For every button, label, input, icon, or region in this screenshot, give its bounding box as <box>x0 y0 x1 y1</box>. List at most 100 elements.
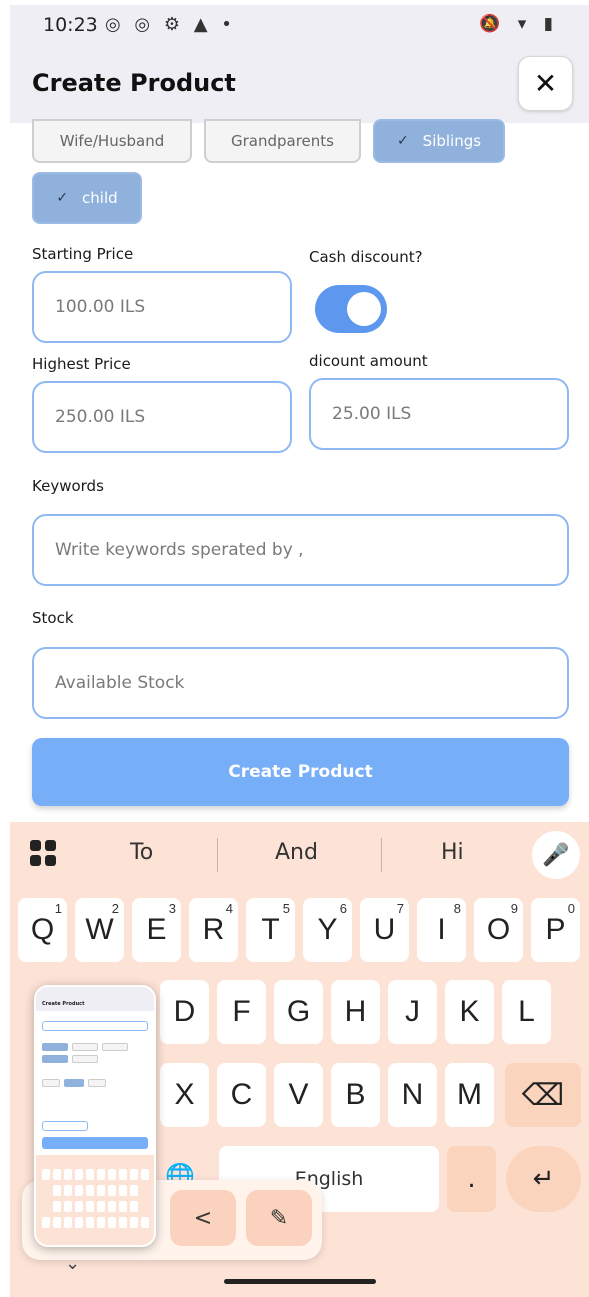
highest-price-input[interactable]: 250.00 ILS <box>32 381 292 453</box>
key-hint: 9 <box>510 901 518 916</box>
thumb-title: Create Product <box>42 1001 85 1007</box>
discount-amount-label: dicount amount <box>309 352 428 370</box>
app-bar: 10:23 ◎ ◎ ⚙ ▲ • 🔕 ▾ ▮ Create Product ✕ <box>10 5 589 123</box>
key-label: W <box>85 913 114 946</box>
key-c[interactable]: C <box>217 1063 266 1127</box>
cash-discount-toggle[interactable] <box>315 285 387 333</box>
key-label: P <box>545 913 566 946</box>
thumb-key <box>141 1169 149 1180</box>
key-w[interactable]: W2 <box>75 898 124 962</box>
screenshot-thumbnail[interactable]: Create Product <box>34 985 156 1247</box>
key-hint: 0 <box>567 901 575 916</box>
key-p[interactable]: P0 <box>531 898 580 962</box>
thumb-key <box>75 1185 83 1196</box>
starting-price-label: Starting Price <box>32 245 134 263</box>
starting-price-input[interactable]: 100.00 ILS <box>32 271 292 343</box>
key-label: L <box>518 995 535 1028</box>
key-g[interactable]: G <box>274 980 323 1044</box>
key-r[interactable]: R4 <box>189 898 238 962</box>
chip-grandparents[interactable]: Grandparents <box>204 119 361 163</box>
share-button[interactable]: < <box>170 1190 236 1246</box>
key-label: B <box>345 1078 366 1111</box>
key-m[interactable]: M <box>445 1063 494 1127</box>
suggestion-and[interactable]: And <box>275 840 318 865</box>
apps-grid-icon[interactable] <box>30 840 56 866</box>
key-o[interactable]: O9 <box>474 898 523 962</box>
key-label: U <box>373 913 396 946</box>
key-q[interactable]: Q1 <box>18 898 67 962</box>
stock-label: Stock <box>32 609 74 627</box>
key-u[interactable]: U7 <box>360 898 409 962</box>
key-k[interactable]: K <box>445 980 494 1044</box>
close-button[interactable]: ✕ <box>518 56 573 111</box>
key-label: O <box>486 913 511 946</box>
thumb-key <box>119 1185 127 1196</box>
thumb-key <box>130 1201 138 1212</box>
thumb-key <box>64 1201 72 1212</box>
thumb-key <box>97 1169 105 1180</box>
key-h[interactable]: H <box>331 980 380 1044</box>
chip-wife-husband[interactable]: Wife/Husband <box>32 119 192 163</box>
microphone-icon[interactable]: 🎤 <box>532 831 580 879</box>
backspace-key[interactable]: ⌫ <box>505 1063 581 1127</box>
key-x[interactable]: X <box>160 1063 209 1127</box>
create-product-button[interactable]: Create Product <box>32 738 569 806</box>
chip-siblings[interactable]: ✓ Siblings <box>373 119 505 163</box>
thumb-key <box>75 1217 83 1228</box>
thumb-key <box>53 1217 61 1228</box>
thumb-field <box>42 1021 148 1031</box>
key-l[interactable]: L <box>502 980 551 1044</box>
gesture-nav-handle[interactable] <box>224 1279 376 1284</box>
key-d[interactable]: D <box>160 980 209 1044</box>
suggestion-hi[interactable]: Hi <box>441 840 464 865</box>
cash-discount-label: Cash discount? <box>309 248 423 266</box>
thumb-key <box>86 1201 94 1212</box>
key-label: H <box>344 995 367 1028</box>
suggestion-to[interactable]: To <box>130 840 153 865</box>
key-t[interactable]: T5 <box>246 898 295 962</box>
thumb-chip <box>88 1079 106 1087</box>
create-product-label: Create Product <box>228 762 373 782</box>
thumb-key <box>130 1185 138 1196</box>
edit-button[interactable]: ✎ <box>246 1190 312 1246</box>
key-n[interactable]: N <box>388 1063 437 1127</box>
key-b[interactable]: B <box>331 1063 380 1127</box>
thumb-key <box>119 1169 127 1180</box>
key-j[interactable]: J <box>388 980 437 1044</box>
suggestion-bar: To And Hi 🎤 <box>10 822 589 888</box>
chip-label: Wife/Husband <box>59 132 165 150</box>
thumb-appbar <box>36 987 154 1011</box>
status-notification-icons: ◎ ◎ ⚙ ▲ • <box>105 14 236 35</box>
key-e[interactable]: E3 <box>132 898 181 962</box>
stock-input[interactable]: Available Stock <box>32 647 569 719</box>
thumb-key <box>108 1169 116 1180</box>
chevron-down-icon[interactable]: ⌄ <box>65 1253 80 1274</box>
key-i[interactable]: I8 <box>417 898 466 962</box>
key-f[interactable]: F <box>217 980 266 1044</box>
page-title: Create Product <box>32 69 236 97</box>
thumb-key <box>97 1201 105 1212</box>
keywords-input[interactable]: Write keywords sperated by , <box>32 514 569 586</box>
toggle-knob <box>347 292 381 326</box>
close-icon: ✕ <box>533 67 558 100</box>
thumb-key <box>86 1169 94 1180</box>
key-label: X <box>174 1078 195 1111</box>
key-v[interactable]: V <box>274 1063 323 1127</box>
key-y[interactable]: Y6 <box>303 898 352 962</box>
discount-amount-input[interactable]: 25.00 ILS <box>309 378 569 450</box>
thumb-key <box>97 1185 105 1196</box>
thumb-button <box>42 1137 148 1149</box>
thumb-key <box>42 1217 50 1228</box>
thumb-chip <box>42 1043 68 1051</box>
key-label: V <box>288 1078 309 1111</box>
edit-icon: ✎ <box>269 1205 289 1231</box>
enter-key[interactable]: ↵ <box>506 1146 581 1212</box>
period-key[interactable]: . <box>447 1146 496 1212</box>
key-label: Q <box>30 913 55 946</box>
highest-price-label: Highest Price <box>32 355 131 373</box>
key-hint: 1 <box>54 901 62 916</box>
key-label: Y <box>317 913 338 946</box>
thumb-chip <box>72 1043 98 1051</box>
chip-child[interactable]: ✓ child <box>32 172 142 224</box>
stock-placeholder: Available Stock <box>55 673 185 693</box>
